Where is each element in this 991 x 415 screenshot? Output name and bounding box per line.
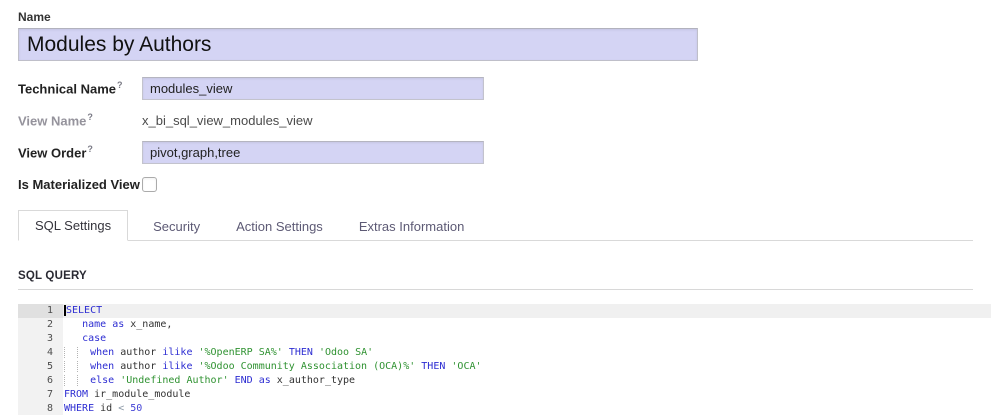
notebook-tabs: SQL Settings Security Action Settings Ex… (18, 210, 973, 241)
code-token: x_name, (124, 319, 172, 330)
is-materialized-label: Is Materialized View (18, 177, 142, 192)
view-name-label: View Name? (18, 112, 142, 128)
section-divider (18, 289, 973, 290)
code-token: 50 (130, 403, 142, 414)
name-input[interactable] (18, 28, 698, 61)
code-text: WHERE id < 50 (63, 402, 991, 415)
code-token: ilike (162, 361, 192, 372)
code-token: when (90, 347, 114, 358)
view-name-value: x_bi_sql_view_modules_view (142, 113, 313, 128)
code-token: author (114, 361, 162, 372)
code-token: '%OpenERP SA%' (199, 347, 283, 358)
line-number: 7 (18, 388, 63, 402)
code-token: author (114, 347, 162, 358)
code-token: 'Odoo SA' (319, 347, 373, 358)
sql-view-form: Name Technical Name? View Name? x_bi_sql… (0, 0, 991, 415)
line-number: 2 (18, 318, 63, 332)
code-token: ilike (162, 347, 192, 358)
code-text: case (63, 332, 991, 346)
code-token: THEN (421, 361, 445, 372)
technical-name-row: Technical Name? (18, 77, 973, 100)
code-line[interactable]: 6 else 'Undefined Author' END as x_autho… (18, 374, 991, 388)
sql-settings-panel: SQL QUERY 1SELECT2 name as x_name, 3 case… (18, 241, 973, 415)
line-number: 5 (18, 360, 63, 374)
code-token: 'OCA' (451, 361, 481, 372)
code-line[interactable]: 3 case (18, 332, 991, 346)
code-token: when (90, 361, 114, 372)
code-token: END (235, 375, 253, 386)
technical-name-label: Technical Name? (18, 80, 142, 96)
code-line[interactable]: 7FROM ir_module_module (18, 388, 991, 402)
code-text: else 'Undefined Author' END as x_author_… (63, 374, 991, 388)
code-token: else (90, 375, 114, 386)
code-token: THEN (289, 347, 313, 358)
code-text: when author ilike '%OpenERP SA%' THEN 'O… (63, 346, 991, 360)
code-line[interactable]: 1SELECT (18, 304, 991, 318)
code-token (64, 361, 77, 372)
name-label: Name (18, 10, 973, 24)
tab-security[interactable]: Security (140, 211, 213, 241)
tab-action-settings[interactable]: Action Settings (223, 211, 336, 241)
tab-sql-settings[interactable]: SQL Settings (18, 210, 128, 241)
code-editor[interactable]: 1SELECT2 name as x_name,3 case4 when aut… (18, 304, 991, 415)
code-token: '%Odoo Community Association (OCA)%' (199, 361, 416, 372)
code-token (64, 375, 77, 386)
line-number: 8 (18, 402, 63, 415)
field-group: Technical Name? View Name? x_bi_sql_view… (18, 77, 973, 196)
is-materialized-checkbox[interactable] (142, 177, 157, 192)
technical-name-help-icon[interactable]: ? (117, 80, 123, 90)
code-token (77, 375, 90, 386)
code-token: id (94, 403, 118, 414)
technical-name-label-text: Technical Name (18, 82, 116, 97)
code-token: FROM (64, 389, 88, 400)
code-token (64, 319, 82, 330)
code-token: name (82, 319, 106, 330)
code-text: name as x_name, (63, 318, 991, 332)
technical-name-input[interactable] (142, 77, 484, 100)
code-token: as (259, 375, 271, 386)
code-line[interactable]: 4 when author ilike '%OpenERP SA%' THEN … (18, 346, 991, 360)
sql-query-section-title: SQL QUERY (18, 270, 973, 282)
line-number: 4 (18, 346, 63, 360)
is-materialized-row: Is Materialized View (18, 173, 973, 196)
code-text: FROM ir_module_module (63, 388, 991, 402)
code-token (64, 347, 77, 358)
line-number: 1 (18, 304, 63, 318)
code-token: as (112, 319, 124, 330)
tab-extras-information[interactable]: Extras Information (346, 211, 478, 241)
view-order-help-icon[interactable]: ? (87, 144, 93, 154)
line-number: 3 (18, 332, 63, 346)
code-token (77, 361, 90, 372)
code-token (77, 347, 90, 358)
code-text: SELECT (63, 304, 991, 318)
code-token: case (82, 333, 106, 344)
code-text: when author ilike '%Odoo Community Assoc… (63, 360, 991, 374)
line-number: 6 (18, 374, 63, 388)
code-token (64, 333, 82, 344)
view-order-input[interactable] (142, 141, 484, 164)
code-token: SELECT (66, 305, 102, 316)
code-line[interactable]: 5 when author ilike '%Odoo Community Ass… (18, 360, 991, 374)
code-token: WHERE (64, 403, 94, 414)
view-name-label-text: View Name (18, 114, 86, 129)
view-name-help-icon[interactable]: ? (87, 112, 93, 122)
code-token: ir_module_module (88, 389, 190, 400)
view-order-row: View Order? (18, 141, 973, 164)
code-line[interactable]: 2 name as x_name, (18, 318, 991, 332)
view-name-row: View Name? x_bi_sql_view_modules_view (18, 109, 973, 132)
code-token: 'Undefined Author' (120, 375, 228, 386)
view-order-label-text: View Order (18, 146, 86, 161)
view-order-label: View Order? (18, 144, 142, 160)
code-token: x_author_type (271, 375, 355, 386)
code-line[interactable]: 8WHERE id < 50 (18, 402, 991, 415)
